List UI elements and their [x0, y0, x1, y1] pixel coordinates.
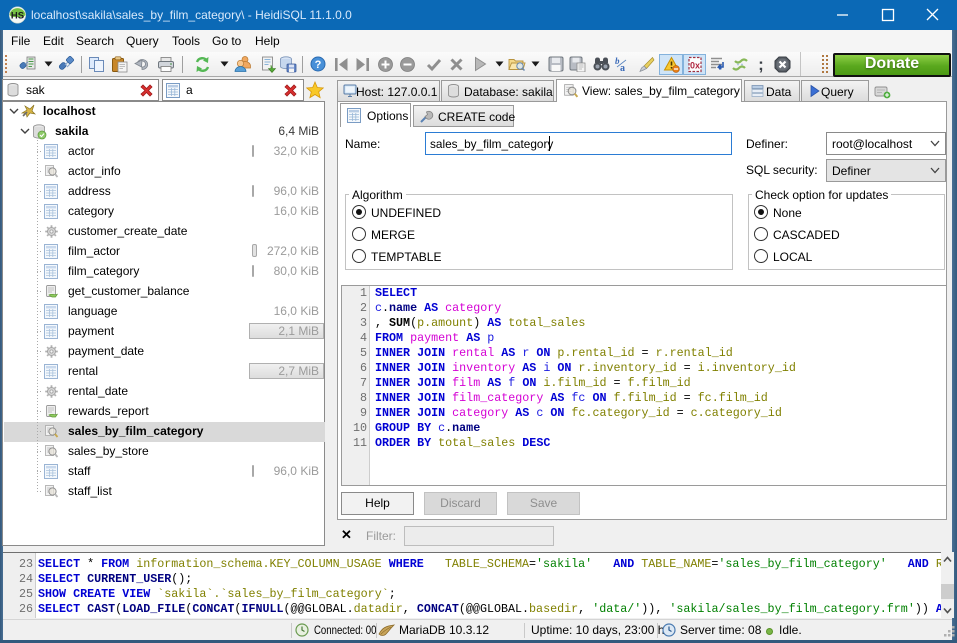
svg-text:HS: HS: [11, 11, 24, 22]
svg-text:0x: 0x: [690, 61, 700, 71]
svg-text:;: ;: [758, 55, 764, 74]
svg-text:?: ?: [315, 59, 322, 71]
